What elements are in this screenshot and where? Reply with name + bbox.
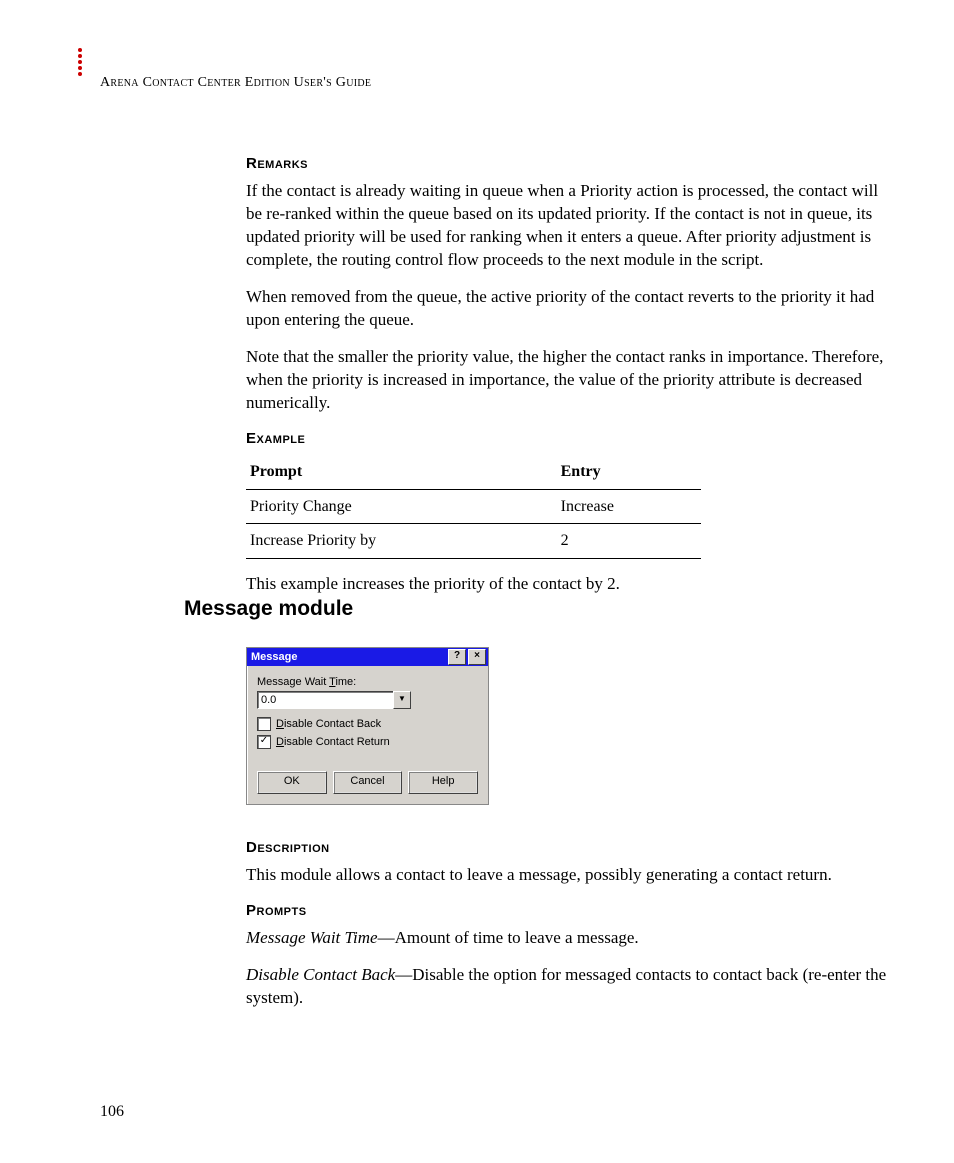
help-button[interactable]: Help	[408, 771, 478, 794]
remarks-paragraph-1: If the contact is already waiting in que…	[246, 180, 896, 272]
example-cell: Priority Change	[246, 489, 557, 524]
prompt-term: Message Wait Time	[246, 928, 378, 947]
example-table: Prompt Entry Priority Change Increase In…	[246, 455, 701, 559]
page-number: 106	[100, 1103, 124, 1121]
table-row: Priority Change Increase	[246, 489, 701, 524]
dialog-titlebar[interactable]: Message ? ×	[247, 648, 488, 666]
example-caption: This example increases the priority of t…	[246, 573, 896, 596]
disable-contact-return-label: Disable Contact Return	[276, 736, 390, 748]
chevron-down-icon[interactable]: ▼	[393, 691, 411, 709]
decorative-bullets	[78, 48, 82, 76]
example-col-prompt: Prompt	[246, 455, 557, 489]
example-heading: Example	[246, 429, 896, 449]
disable-contact-back-label: Disable Contact Back	[276, 718, 381, 730]
remarks-paragraph-2: When removed from the queue, the active …	[246, 286, 896, 332]
prompt-message-wait-time: Message Wait Time—Amount of time to leav…	[246, 927, 896, 950]
description-text: This module allows a contact to leave a …	[246, 864, 896, 887]
example-cell: Increase Priority by	[246, 524, 557, 559]
remarks-heading: Remarks	[246, 154, 896, 174]
message-dialog: Message ? × Message Wait Time: 0.0 ▼ Dis…	[246, 647, 489, 805]
remarks-paragraph-3: Note that the smaller the priority value…	[246, 346, 896, 415]
example-cell: 2	[557, 524, 701, 559]
prompt-term: Disable Contact Back	[246, 965, 395, 984]
help-icon[interactable]: ?	[448, 649, 466, 665]
wait-time-label: Message Wait Time:	[257, 676, 478, 688]
example-col-entry: Entry	[557, 455, 701, 489]
wait-time-input[interactable]: 0.0	[257, 691, 393, 709]
prompts-heading: Prompts	[246, 901, 896, 921]
disable-contact-back-checkbox[interactable]	[257, 717, 271, 731]
prompt-disable-contact-back: Disable Contact Back—Disable the option …	[246, 964, 896, 1010]
example-cell: Increase	[557, 489, 701, 524]
table-row: Increase Priority by 2	[246, 524, 701, 559]
wait-time-combo[interactable]: 0.0 ▼	[257, 691, 411, 709]
section-title-message-module: Message module	[184, 597, 353, 621]
close-icon[interactable]: ×	[468, 649, 486, 665]
ok-button[interactable]: OK	[257, 771, 327, 794]
description-heading: Description	[246, 838, 896, 858]
running-head: Arena Contact Center Edition User's Guid…	[100, 75, 371, 91]
prompt-def: —Amount of time to leave a message.	[378, 928, 639, 947]
dialog-title-text: Message	[251, 651, 297, 663]
disable-contact-return-checkbox[interactable]: ✓	[257, 735, 271, 749]
cancel-button[interactable]: Cancel	[333, 771, 403, 794]
